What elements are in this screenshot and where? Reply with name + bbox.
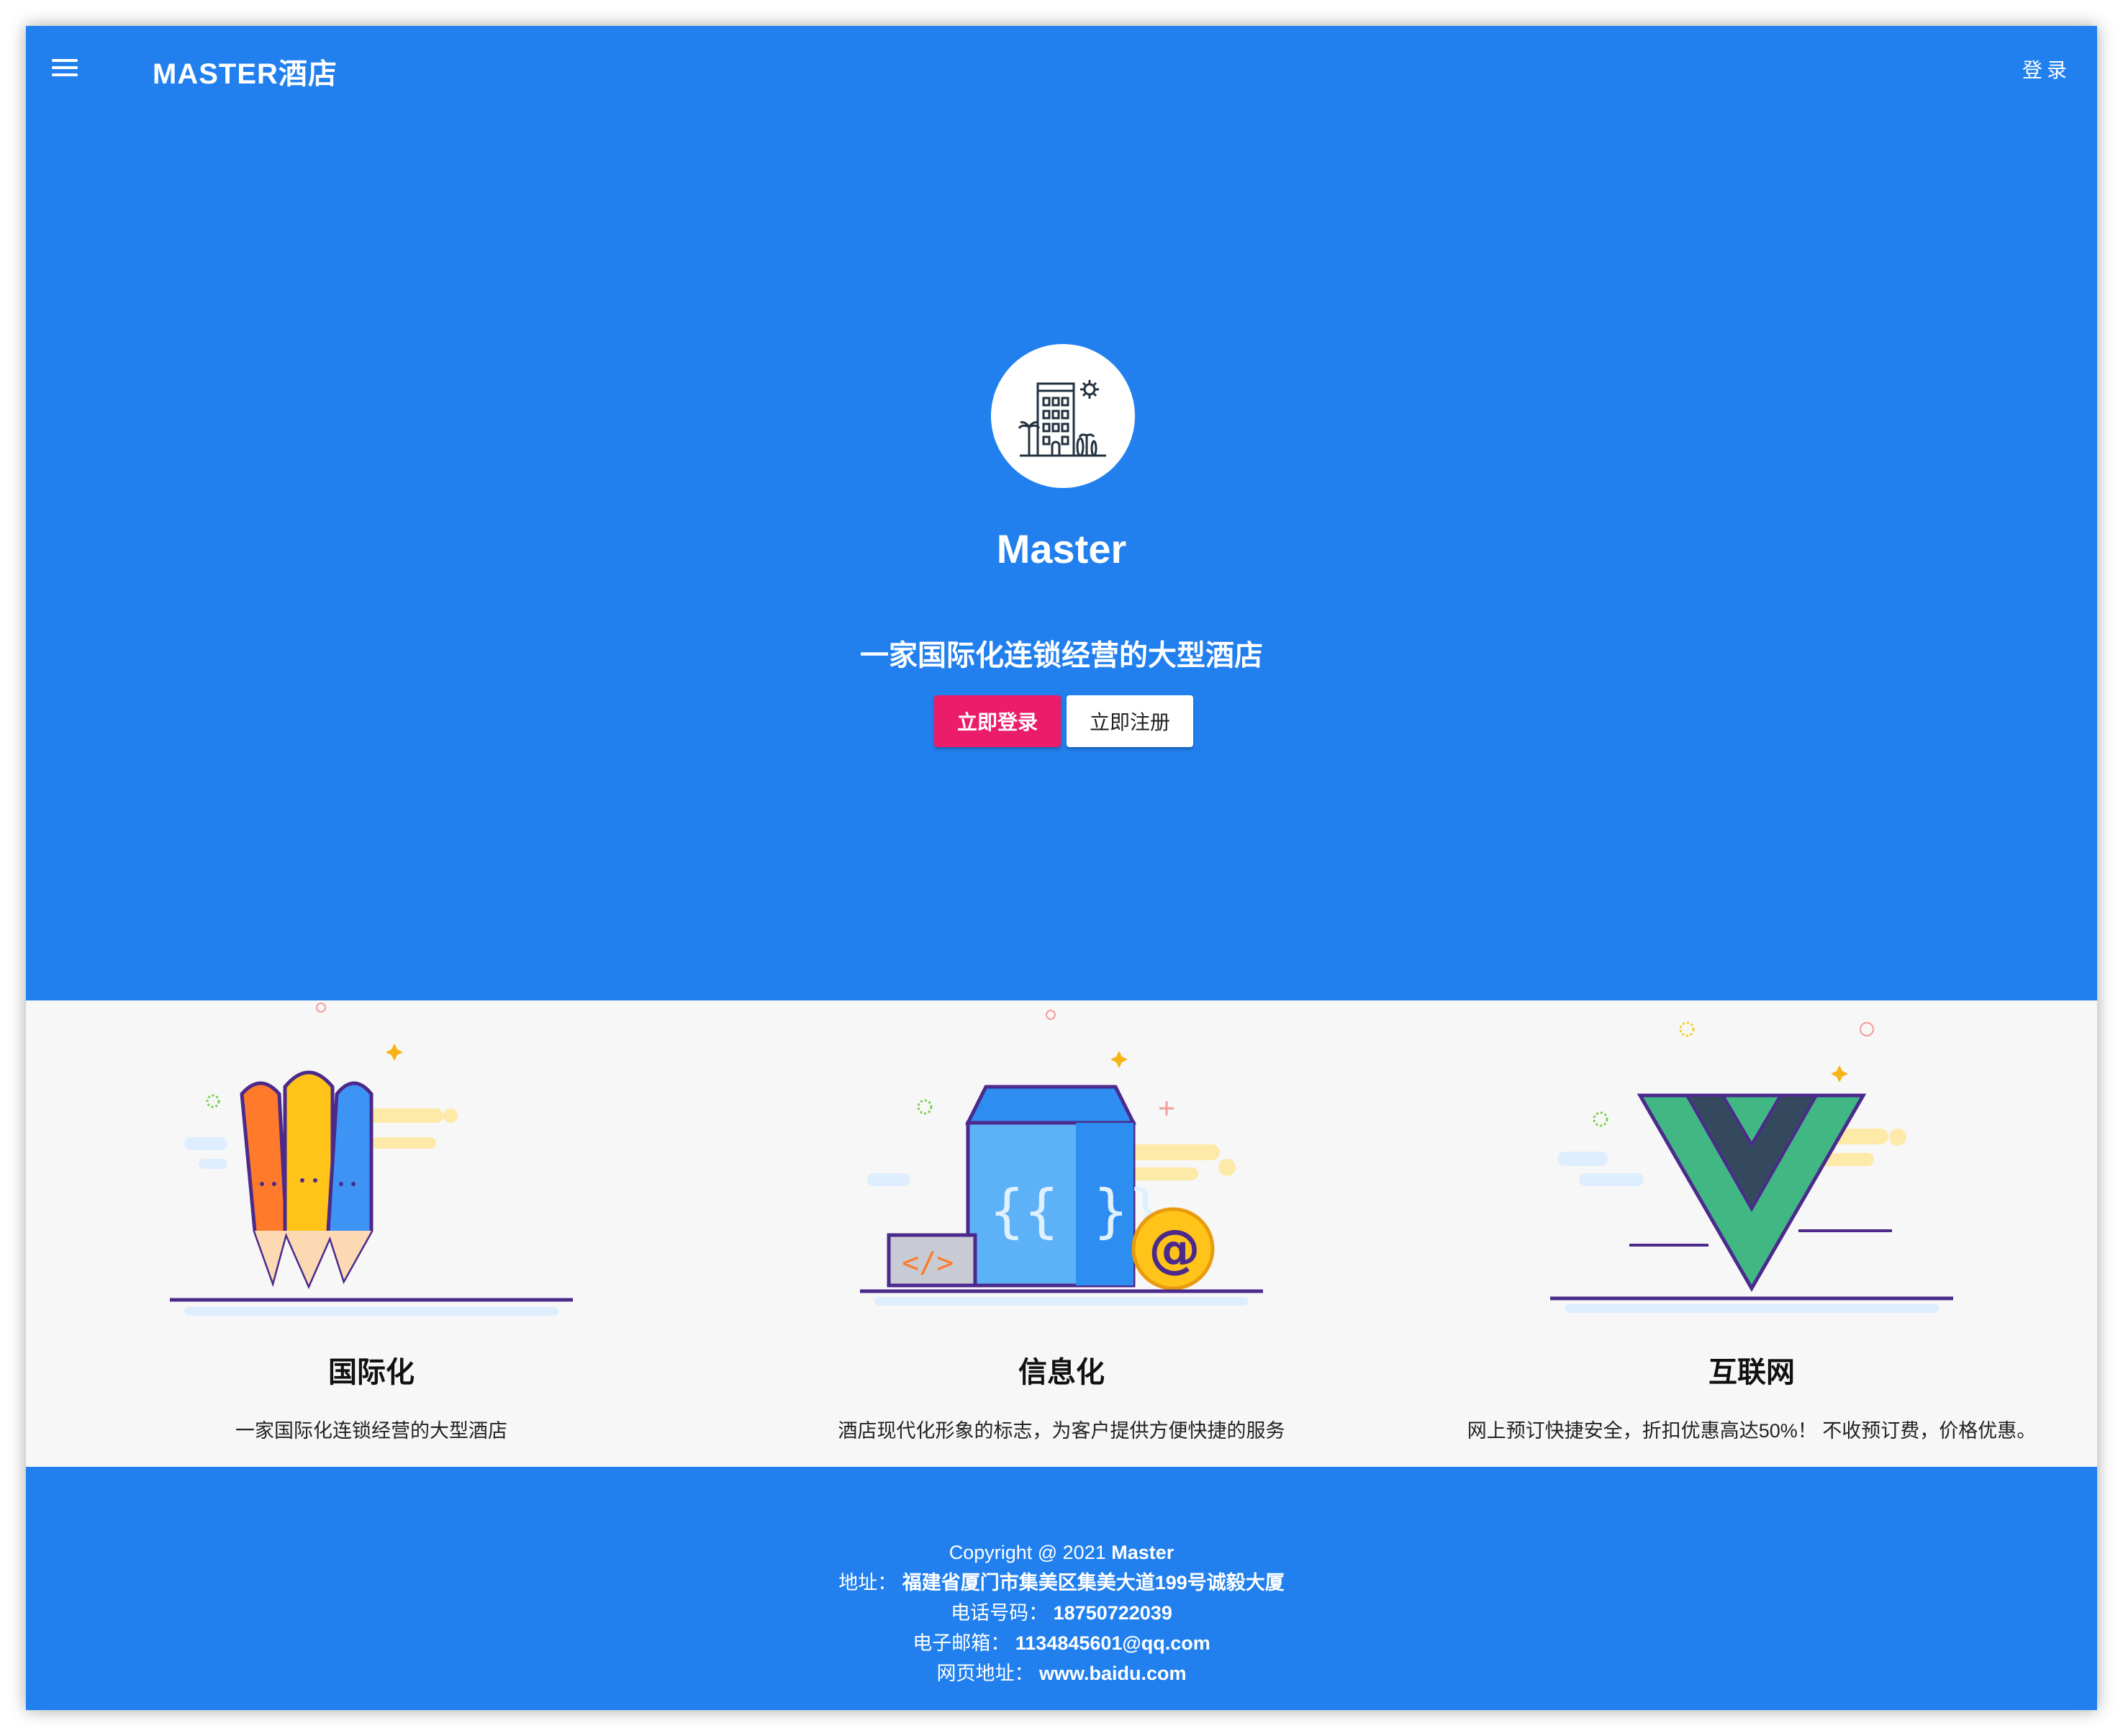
footer-info: Copyright @ 2021 Master 地址： 福建省厦门市集美区集美大… [26, 1537, 2097, 1688]
address-label: 地址： [838, 1572, 897, 1593]
top-app-bar: MASTER酒店 登录 [26, 26, 2097, 112]
login-now-button[interactable]: 立即登录 [934, 695, 1061, 747]
hero-subtitle: 一家国际化连锁经营的大型酒店 [860, 640, 1263, 672]
footer: Copyright @ 2021 Master 地址： 福建省厦门市集美区集美大… [26, 1467, 2097, 1710]
feature-description: 网上预订快捷安全，折扣优惠高达50%！ 不收预订费，价格优惠。 [1467, 1420, 2037, 1442]
features-section: 国际化 一家国际化连锁经营的大型酒店 {{ }} </> @ 信息化 酒店现代化… [26, 1000, 2097, 1467]
svg-text:@: @ [1149, 1219, 1200, 1279]
pencils-illustration-icon [170, 1003, 573, 1316]
hero-section: Master 一家国际化连锁经营的大型酒店 立即登录 立即注册 [26, 112, 2097, 1000]
vue-logo-illustration-icon [1550, 1021, 1953, 1313]
copyright-text: Copyright @ 2021 [949, 1542, 1112, 1563]
footer-address: 地址： 福建省厦门市集美区集美大道199号诚毅大厦 [26, 1568, 2097, 1598]
phone-label: 电话号码： [951, 1602, 1049, 1624]
email-value: 1134845601@qq.com [1015, 1632, 1210, 1654]
feature-description: 一家国际化连锁经营的大型酒店 [235, 1420, 507, 1442]
footer-phone: 电话号码： 18750722039 [26, 1598, 2097, 1628]
feature-description: 酒店现代化形象的标志，为客户提供方便快捷的服务 [838, 1420, 1285, 1442]
feature-title: 国际化 [328, 1357, 415, 1388]
footer-copyright: Copyright @ 2021 Master [26, 1537, 2097, 1568]
website-label: 网页地址： [936, 1663, 1034, 1684]
feature-title: 互联网 [1708, 1357, 1795, 1388]
menu-icon[interactable] [52, 55, 81, 83]
copyright-name: Master [1111, 1542, 1174, 1563]
register-now-button[interactable]: 立即注册 [1067, 695, 1193, 747]
email-label: 电子邮箱： [913, 1632, 1010, 1654]
phone-value: 18750722039 [1053, 1602, 1172, 1624]
footer-email: 电子邮箱： 1134845601@qq.com [26, 1628, 2097, 1658]
app-title: MASTER酒店 [153, 58, 338, 90]
feature-card-internet: 互联网 网上预订快捷安全，折扣优惠高达50%！ 不收预订费，价格优惠。 [1406, 1000, 2097, 1467]
hotel-logo-icon [991, 344, 1135, 488]
feature-title: 信息化 [1018, 1357, 1105, 1388]
svg-text:</>: </> [902, 1247, 954, 1280]
feature-card-international: 国际化 一家国际化连锁经营的大型酒店 [26, 1000, 717, 1467]
header-login-button[interactable]: 登录 [2022, 55, 2071, 83]
address-value: 福建省厦门市集美区集美大道199号诚毅大厦 [902, 1572, 1285, 1593]
box-code-illustration-icon: {{ }} </> @ [860, 1010, 1263, 1306]
app-window: MASTER酒店 登录 Master 一家国际化连锁经营的大型酒店 立即登录 立… [26, 26, 2097, 1710]
footer-website: 网页地址： www.baidu.com [26, 1658, 2097, 1688]
website-link[interactable]: www.baidu.com [1039, 1663, 1187, 1684]
hero-title: Master [996, 526, 1127, 571]
feature-card-informatization: {{ }} </> @ 信息化 酒店现代化形象的标志，为客户提供方便快捷的服务 [716, 1000, 1407, 1467]
